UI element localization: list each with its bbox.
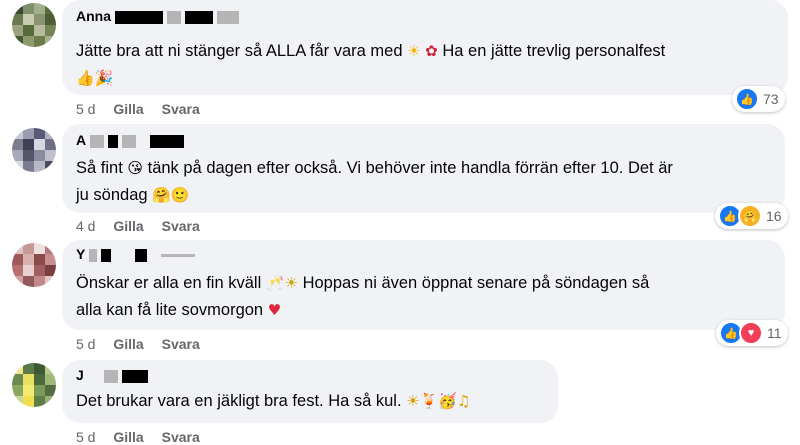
comment-text: Önskar er alla en fin kväll 🥂☀ Hoppas ni… xyxy=(76,274,650,319)
heart-icon: ♥ xyxy=(739,321,763,345)
comment-meta: 5 d Gilla Svara xyxy=(76,429,214,445)
commenter-name[interactable]: Anna xyxy=(76,8,239,24)
comment-time[interactable]: 5 d xyxy=(76,101,95,117)
comment-meta: 5 d Gilla Svara xyxy=(76,336,214,352)
reaction-count: 16 xyxy=(766,208,782,224)
comment-bubble: J Det brukar vara en jäkligt bra fest. H… xyxy=(62,360,558,423)
comment-time[interactable]: 5 d xyxy=(76,429,95,445)
like-button[interactable]: Gilla xyxy=(113,429,143,445)
avatar[interactable] xyxy=(12,3,56,47)
like-icon: 👍 xyxy=(735,87,759,111)
comment-bubble: Anna Jätte bra att ni stänger så ALLA få… xyxy=(62,0,788,95)
comment-text: Så fint 😘 tänk på dagen efter också. Vi … xyxy=(76,159,673,204)
comment-bubble: Y Önskar er alla en fin kväll 🥂☀ Hoppas … xyxy=(62,240,785,330)
comment-time[interactable]: 4 d xyxy=(76,218,95,234)
reply-button[interactable]: Svara xyxy=(162,429,200,445)
comment-time[interactable]: 5 d xyxy=(76,336,95,352)
reaction-count: 11 xyxy=(767,325,782,341)
avatar[interactable] xyxy=(12,363,56,407)
like-button[interactable]: Gilla xyxy=(113,101,143,117)
reply-button[interactable]: Svara xyxy=(162,101,200,117)
reaction-summary[interactable]: 👍 🤗 16 xyxy=(715,203,788,229)
avatar[interactable] xyxy=(12,243,56,287)
like-button[interactable]: Gilla xyxy=(113,218,143,234)
avatar[interactable] xyxy=(12,128,56,172)
comment-bubble: A Så fint 😘 tänk på dagen efter också. V… xyxy=(62,124,785,213)
commenter-name[interactable]: Y xyxy=(76,246,196,262)
reaction-summary[interactable]: 👍 ♥ 11 xyxy=(716,320,788,346)
comment-text: Det brukar vara en jäkligt bra fest. Ha … xyxy=(76,392,471,410)
comment-meta: 4 d Gilla Svara xyxy=(76,218,214,234)
reply-button[interactable]: Svara xyxy=(162,336,200,352)
reply-button[interactable]: Svara xyxy=(162,218,200,234)
reaction-summary[interactable]: 👍 73 xyxy=(732,86,785,112)
reaction-count: 73 xyxy=(763,91,779,107)
comment-meta: 5 d Gilla Svara xyxy=(76,101,214,117)
comment-text: Jätte bra att ni stänger så ALLA får var… xyxy=(76,42,666,87)
like-button[interactable]: Gilla xyxy=(113,336,143,352)
commenter-name[interactable]: A xyxy=(76,132,185,148)
care-icon: 🤗 xyxy=(738,204,762,228)
commenter-name[interactable]: J xyxy=(76,367,148,383)
